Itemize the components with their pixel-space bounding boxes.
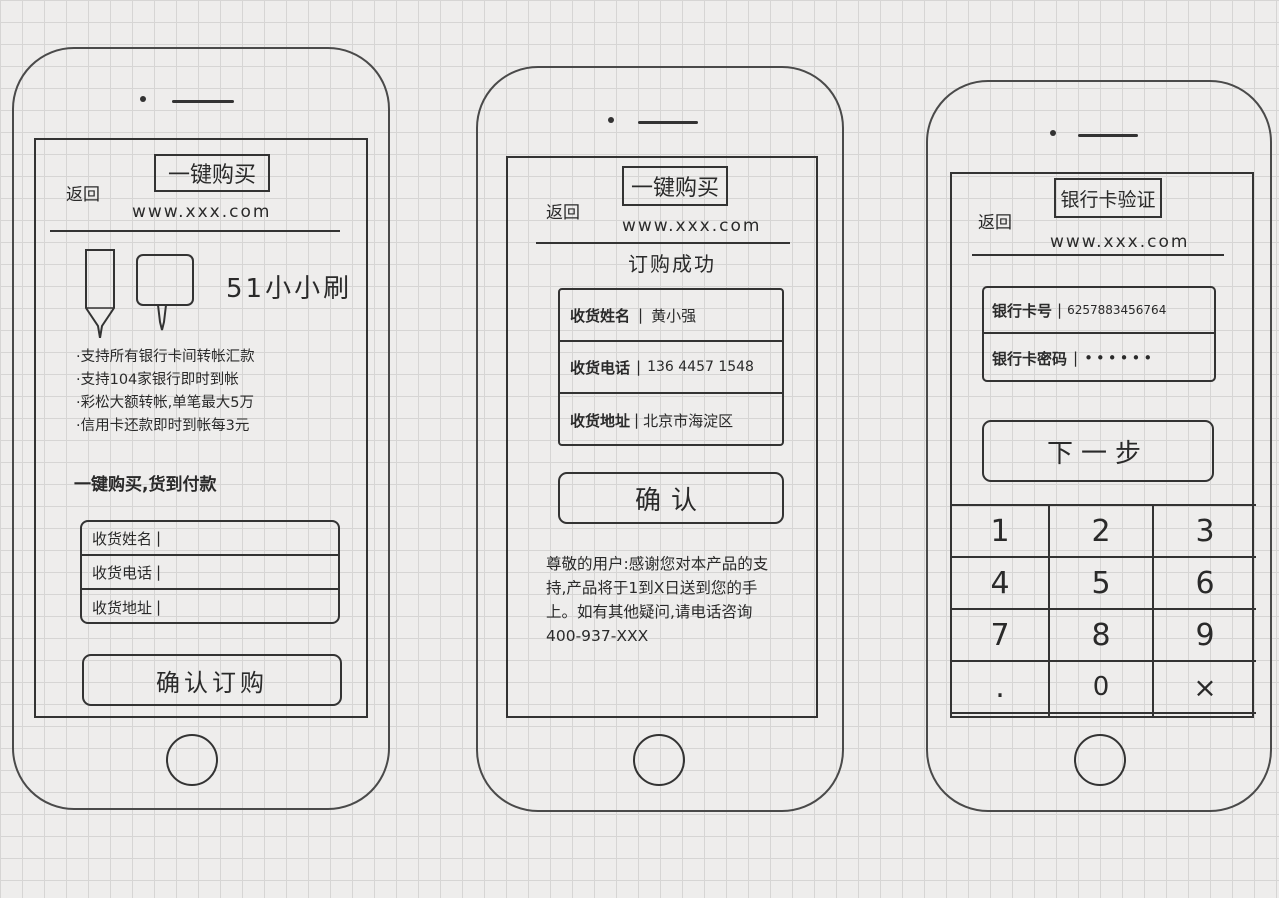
header-divider — [50, 230, 340, 232]
receiver-phone-label: 收货电话 — [92, 563, 153, 582]
screen-3: 返回 银行卡验证 www.xxx.com 银行卡号 | 625788345676… — [950, 172, 1256, 718]
row-separator: | — [1057, 301, 1063, 319]
key-9[interactable]: 9 — [1154, 610, 1256, 660]
promo-text: 一键购买,货到付款 — [74, 475, 217, 495]
receiver-name-field[interactable]: 收货姓名 | — [82, 522, 338, 556]
speaker-grille — [1078, 134, 1138, 137]
detail-label: 收货地址 — [570, 411, 631, 430]
feature-list: ·支持所有银行卡间转帐汇款 ·支持104家银行即时到帐 ·彩松大额转帐,单笔最大… — [76, 346, 255, 438]
product-image-pen — [82, 246, 118, 339]
back-link[interactable]: 返回 — [66, 180, 100, 205]
back-link[interactable]: 返回 — [546, 198, 580, 223]
row-separator: | — [1073, 349, 1079, 367]
header-divider — [972, 254, 1224, 256]
screen-2: 返回 一键购买 www.xxx.com 订购成功 收货姓名 | 黄小强 收货电话… — [506, 156, 818, 718]
row-separator: | — [634, 411, 640, 429]
home-button[interactable] — [633, 734, 685, 786]
key-dot[interactable]: . — [952, 662, 1048, 712]
detail-value: 136 4457 1548 — [647, 359, 754, 375]
text-cursor: | — [156, 529, 162, 547]
header-divider — [536, 242, 790, 244]
front-camera-dot — [608, 117, 614, 123]
front-camera-dot — [1050, 130, 1056, 136]
feature-item: ·支持所有银行卡间转帐汇款 — [76, 349, 255, 365]
page-title: 一键购买 — [154, 154, 270, 192]
detail-label: 收货电话 — [570, 358, 631, 377]
card-number-field[interactable]: 银行卡号 | 6257883456764 — [984, 288, 1214, 334]
text-cursor: | — [156, 598, 162, 616]
key-0[interactable]: 0 — [1050, 662, 1152, 712]
phone-frame-2: 返回 一键购买 www.xxx.com 订购成功 收货姓名 | 黄小强 收货电话… — [476, 66, 844, 812]
row-separator: | — [636, 358, 642, 376]
key-8[interactable]: 8 — [1050, 610, 1152, 660]
bank-card-form: 银行卡号 | 6257883456764 银行卡密码 | •••••• — [982, 286, 1216, 382]
page-title: 银行卡验证 — [1054, 178, 1162, 218]
order-success-heading: 订购成功 — [628, 252, 716, 276]
home-button[interactable] — [166, 734, 218, 786]
front-camera-dot — [140, 96, 146, 102]
feature-item: ·信用卡还款即时到帐每3元 — [76, 418, 250, 434]
card-number-label: 银行卡号 — [992, 301, 1053, 320]
detail-value: 北京市海淀区 — [643, 411, 734, 430]
page-title: 一键购买 — [622, 166, 728, 206]
speaker-grille — [172, 100, 234, 103]
detail-row-phone: 收货电话 | 136 4457 1548 — [560, 342, 782, 394]
key-delete[interactable]: × — [1154, 662, 1256, 712]
key-2[interactable]: 2 — [1050, 506, 1152, 556]
key-5[interactable]: 5 — [1050, 558, 1152, 608]
order-form: 收货姓名 | 收货电话 | 收货地址 | — [80, 520, 340, 624]
screen-1: 返回 一键购买 www.xxx.com 51小小刷 ·支持所有银行卡间转帐汇款 … — [34, 138, 368, 718]
numeric-keypad: 1 2 3 4 5 6 7 8 9 . 0 × — [952, 504, 1256, 716]
site-url: www.xxx.com — [1050, 232, 1190, 252]
back-link[interactable]: 返回 — [978, 208, 1012, 233]
detail-label: 收货姓名 — [570, 306, 631, 325]
speaker-grille — [638, 121, 698, 124]
product-image-brush — [134, 252, 196, 332]
site-url: www.xxx.com — [622, 216, 762, 236]
confirm-button[interactable]: 确认 — [558, 472, 784, 524]
confirm-order-button[interactable]: 确认订购 — [82, 654, 342, 706]
thank-you-message: 尊敬的用户:感谢您对本产品的支持,产品将于1到X日送到您的手上。如有其他疑问,请… — [546, 555, 769, 645]
phone-frame-3: 返回 银行卡验证 www.xxx.com 银行卡号 | 625788345676… — [926, 80, 1272, 812]
feature-item: ·支持104家银行即时到帐 — [76, 372, 239, 388]
receiver-address-label: 收货地址 — [92, 598, 153, 617]
next-step-button[interactable]: 下一步 — [982, 420, 1214, 482]
key-4[interactable]: 4 — [952, 558, 1048, 608]
home-button[interactable] — [1074, 734, 1126, 786]
keypad-bottom-border — [952, 712, 1256, 714]
receiver-name-label: 收货姓名 — [92, 529, 153, 548]
site-url: www.xxx.com — [132, 202, 272, 222]
card-password-field[interactable]: 银行卡密码 | •••••• — [984, 334, 1214, 382]
text-cursor: | — [156, 563, 162, 581]
order-details-table: 收货姓名 | 黄小强 收货电话 | 136 4457 1548 收货地址 | 北… — [558, 288, 784, 446]
key-3[interactable]: 3 — [1154, 506, 1256, 556]
detail-row-name: 收货姓名 | 黄小强 — [560, 290, 782, 342]
card-password-value: •••••• — [1084, 349, 1156, 367]
feature-item: ·彩松大额转帐,单笔最大5万 — [76, 395, 254, 411]
row-separator: | — [638, 306, 644, 324]
detail-value: 黄小强 — [651, 306, 697, 325]
card-password-label: 银行卡密码 — [992, 349, 1068, 368]
detail-row-address: 收货地址 | 北京市海淀区 — [560, 394, 782, 446]
phone-frame-1: 返回 一键购买 www.xxx.com 51小小刷 ·支持所有银行卡间转帐汇款 … — [12, 47, 390, 810]
receiver-phone-field[interactable]: 收货电话 | — [82, 556, 338, 590]
key-1[interactable]: 1 — [952, 506, 1048, 556]
product-name: 51小小刷 — [226, 274, 353, 304]
key-6[interactable]: 6 — [1154, 558, 1256, 608]
card-number-value: 6257883456764 — [1067, 303, 1167, 317]
receiver-address-field[interactable]: 收货地址 | — [82, 590, 338, 624]
key-7[interactable]: 7 — [952, 610, 1048, 660]
